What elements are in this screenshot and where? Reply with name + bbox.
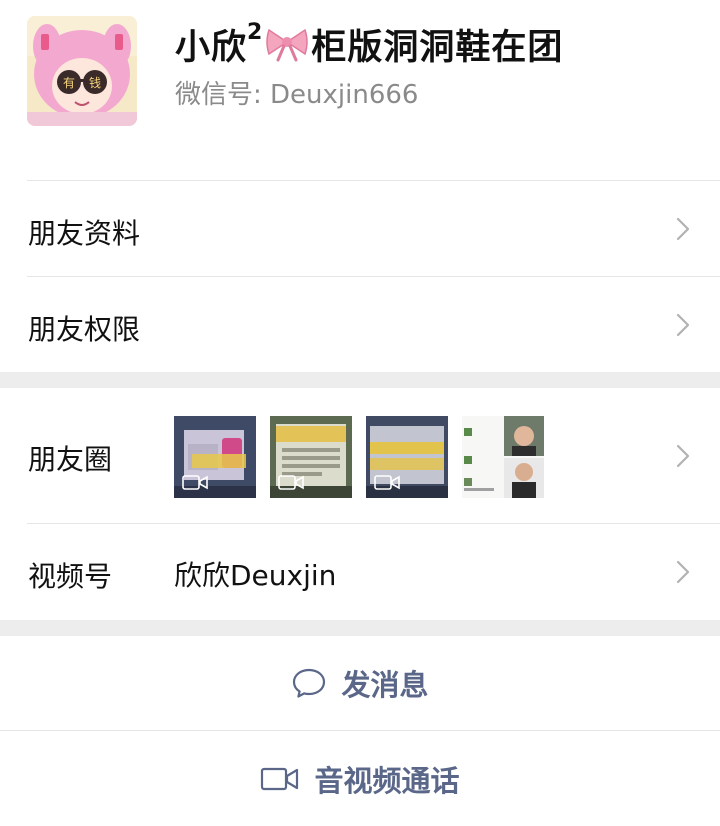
row-moments[interactable]: 朋友圈 <box>0 388 720 523</box>
video-call-icon <box>261 767 299 790</box>
video-icon <box>182 475 208 490</box>
moments-thumbnail <box>270 416 352 498</box>
chevron-right-icon <box>676 217 690 241</box>
av-call-label: 音视频通话 <box>314 763 460 798</box>
avatar-image: 有 钱 <box>27 16 137 126</box>
moments-thumbnails <box>174 416 544 498</box>
name-suffix: 柜版洞洞鞋在团 <box>311 27 564 68</box>
name-superscript: 2 <box>247 19 264 45</box>
avatar[interactable]: 有 钱 <box>27 16 137 126</box>
moments-thumbnail <box>366 416 448 498</box>
row-label-friend-permissions: 朋友权限 <box>28 313 141 346</box>
moments-thumbnail <box>174 416 256 498</box>
avatar-badge-left: 有 <box>63 76 75 90</box>
chat-bubble-icon <box>293 668 326 698</box>
avatar-badge-right: 钱 <box>89 75 101 90</box>
row-friend-info[interactable]: 朋友资料 <box>0 181 720 276</box>
row-channels[interactable]: 视频号 欣欣Deuxjin <box>0 524 720 620</box>
moments-thumbnail <box>462 416 544 498</box>
video-icon <box>374 475 400 490</box>
row-friend-permissions[interactable]: 朋友权限 <box>0 277 720 372</box>
send-message-label: 发消息 <box>341 668 429 702</box>
moments-thumbnail-image <box>462 416 544 498</box>
av-call-button[interactable]: 音视频通话 <box>0 731 720 826</box>
profile-header: 有 钱 小欣 2 柜版洞洞鞋在团 微信号: Deuxjin666 <box>0 0 720 180</box>
section-separator <box>0 620 720 636</box>
send-message-button[interactable]: 发消息 <box>0 636 720 730</box>
chevron-right-icon <box>676 444 690 468</box>
row-label-moments: 朋友圈 <box>28 443 113 476</box>
name-prefix: 小欣 <box>175 27 248 68</box>
section-separator <box>0 372 720 388</box>
chevron-right-icon <box>676 313 690 337</box>
row-label-channels: 视频号 <box>28 560 113 593</box>
profile-name: 小欣 2 柜版洞洞鞋在团 <box>175 18 563 70</box>
wechat-id: 微信号: Deuxjin666 <box>175 80 419 110</box>
video-icon <box>278 475 304 490</box>
ribbon-bow-icon <box>266 28 309 62</box>
chevron-right-icon <box>676 560 690 584</box>
channels-account-name: 欣欣Deuxjin <box>174 559 337 592</box>
row-label-friend-info: 朋友资料 <box>28 217 141 250</box>
